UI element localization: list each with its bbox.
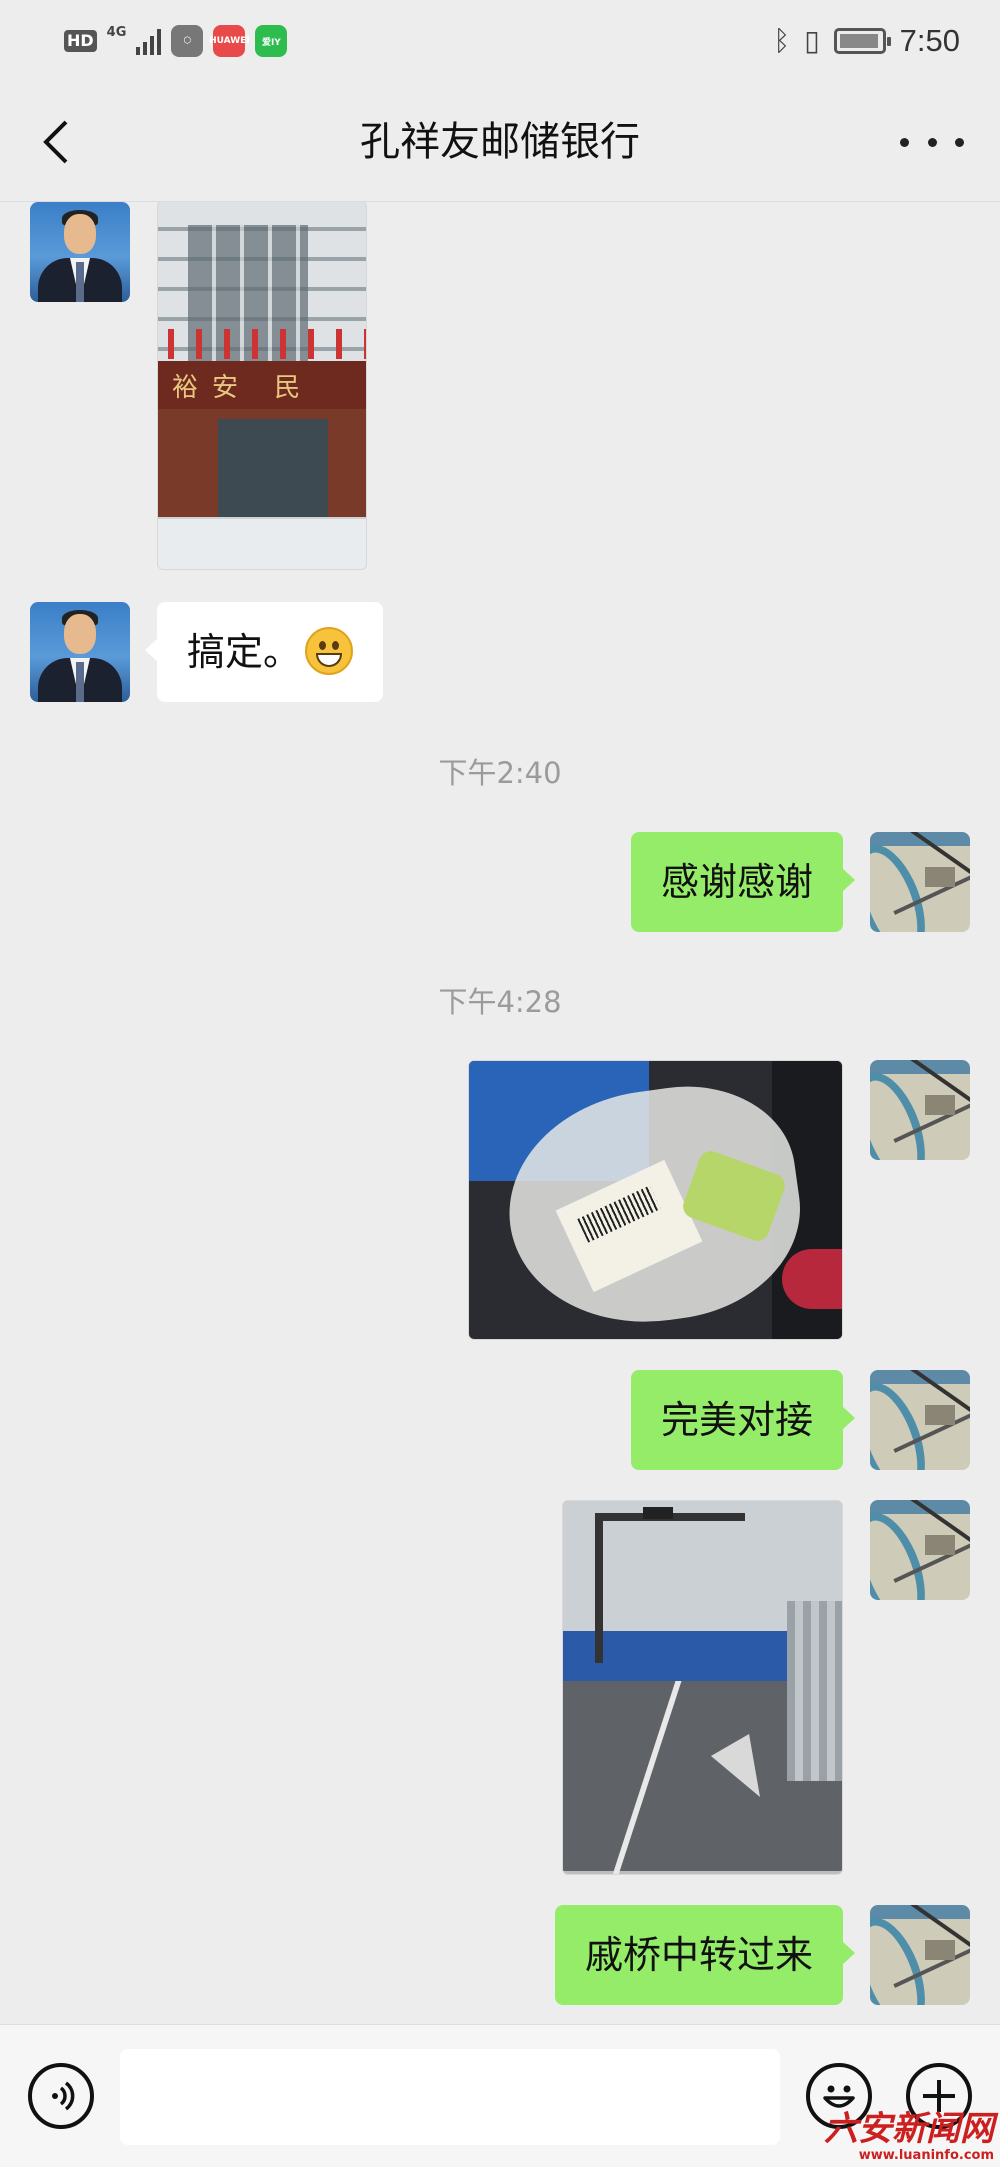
message-input[interactable]	[120, 2049, 780, 2145]
message-text: 搞定。	[187, 630, 302, 674]
message-image-bag[interactable]	[468, 1060, 843, 1340]
chevron-left-icon	[43, 120, 68, 164]
message-list[interactable]: 裕安 民政 搞定。 下午2:40 感谢感谢 下午4:28 完美对接 戚桥中转过来	[0, 202, 1000, 2024]
message-text: 完美对接	[660, 1398, 813, 1442]
more-dot	[927, 137, 937, 147]
timestamp: 下午2:40	[438, 756, 562, 790]
more-button[interactable]	[900, 122, 964, 162]
signal-icon	[136, 27, 162, 55]
my-avatar[interactable]	[870, 1500, 970, 1600]
contact-avatar[interactable]	[30, 602, 130, 702]
message-text: 戚桥中转过来	[584, 1933, 813, 1977]
chat-header: 孔祥友邮储银行	[0, 82, 1000, 202]
iqiyi-app-icon: 爱IY	[255, 25, 288, 57]
input-bar: 六安新闻网 www.luaninfo.com	[0, 2024, 1000, 2167]
clock: 7:50	[899, 23, 960, 58]
watermark-url: www.luaninfo.com	[858, 2148, 994, 2163]
site-watermark: 六安新闻网 www.luaninfo.com	[824, 2110, 994, 2163]
network-type: 4G	[106, 25, 127, 40]
vibrate-icon: ▯	[804, 24, 820, 57]
battery-icon	[833, 28, 891, 54]
status-left: HD 4G ⬡ HUAWEI 爱IY	[64, 24, 288, 58]
iqiyi-app-label: 爱IY	[261, 37, 281, 48]
my-avatar[interactable]	[870, 832, 970, 932]
my-avatar[interactable]	[870, 1905, 970, 2005]
message-bubble-outgoing[interactable]: 感谢感谢	[630, 832, 856, 932]
voice-icon	[52, 2081, 75, 2111]
app-notification-icon: ⬡	[171, 25, 204, 57]
message-bubble-outgoing[interactable]: 完美对接	[630, 1370, 856, 1470]
back-button[interactable]	[30, 112, 80, 172]
message-text: 感谢感谢	[660, 860, 813, 904]
chat-title: 孔祥友邮储银行	[360, 119, 640, 165]
message-bubble-incoming[interactable]: 搞定。	[144, 602, 384, 702]
huawei-app-icon: HUAWEI	[209, 25, 250, 57]
message-image-building[interactable]: 裕安 民政	[157, 202, 367, 570]
watermark-text: 六安新闻网	[824, 2109, 994, 2149]
more-dot	[900, 137, 909, 147]
message-image-road[interactable]	[562, 1500, 843, 1875]
bluetooth-icon: ᛒ	[773, 24, 791, 57]
status-right: ᛒ ▯ 7:50	[773, 22, 960, 60]
my-avatar[interactable]	[870, 1370, 970, 1470]
more-dot	[955, 137, 964, 147]
my-avatar[interactable]	[870, 1060, 970, 1160]
building-sign-text: 裕安 民政	[172, 373, 315, 440]
voice-button[interactable]	[28, 2063, 94, 2129]
huawei-app-label: HUAWEI	[209, 36, 250, 46]
hd-badge: HD	[64, 30, 97, 52]
message-bubble-outgoing[interactable]: 戚桥中转过来	[554, 1905, 856, 2005]
grinning-face-emoji	[305, 626, 354, 675]
status-bar: HD 4G ⬡ HUAWEI 爱IY ᛒ ▯ 7:50	[0, 0, 1000, 82]
contact-avatar[interactable]	[30, 202, 130, 302]
timestamp: 下午4:28	[438, 985, 562, 1019]
